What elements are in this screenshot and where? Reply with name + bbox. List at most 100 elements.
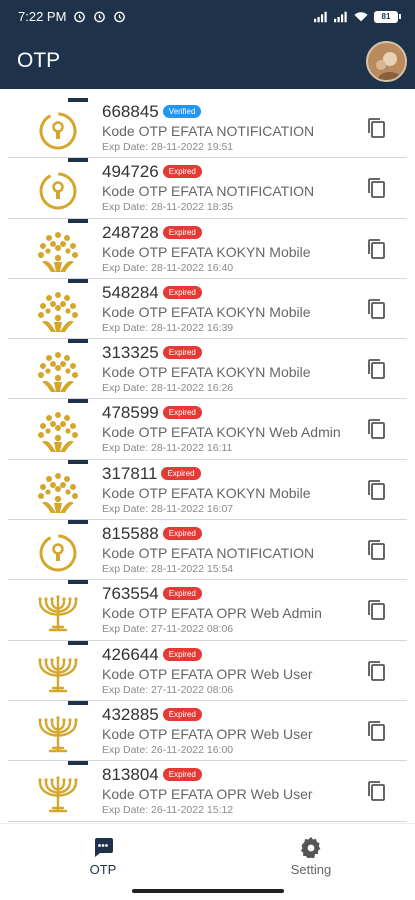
otp-code: 478599 Expired (102, 403, 202, 423)
otp-description: Kode OTP EFATA OPR Web User (102, 725, 313, 742)
otp-description: Kode OTP EFATA NOTIFICATION (102, 183, 315, 200)
nav-otp[interactable]: OTP (43, 836, 163, 877)
nav-setting[interactable]: Setting (251, 836, 371, 877)
otp-description: Kode OTP EFATA OPR Web User (102, 665, 313, 682)
otp-exp-date: Exp Date: 27-11-2022 08:06 (102, 683, 234, 696)
expired-badge: Expired (161, 466, 201, 480)
otp-code: 813804 Expired (102, 765, 202, 785)
otp-code-text: 478599 (102, 403, 159, 423)
otp-code-text: 426644 (102, 644, 159, 664)
expired-badge: Expired (162, 285, 202, 299)
otp-exp-date: Exp Date: 28-11-2022 16:26 (102, 382, 234, 395)
otp-list-item[interactable]: 432885 Expired Kode OTP EFATA OPR Web User… (8, 700, 407, 762)
status-bar: 7:22 PM 81 (0, 0, 415, 33)
copy-icon[interactable] (364, 659, 388, 683)
otp-list-item[interactable]: 478599 Expired Kode OTP EFATA KOKYN Web Ad… (8, 399, 407, 460)
app-tag (68, 98, 88, 102)
otp-description: Kode OTP EFATA KOKYN Web Admin (102, 424, 341, 441)
copy-icon[interactable] (364, 417, 388, 441)
tree-icon (34, 408, 82, 456)
expired-badge: Expired (162, 647, 202, 661)
otp-code: 548284 Expired (102, 283, 202, 303)
otp-exp-date: Exp Date: 27-11-2022 08:06 (102, 623, 234, 636)
expired-badge: Expired (162, 225, 202, 239)
expired-badge: Expired (162, 707, 202, 721)
otp-list-item[interactable]: 668845 Verified Kode OTP EFATA NOTIFICATIO… (8, 98, 407, 159)
otp-code: 763554 Expired (102, 584, 202, 604)
app-tag (68, 278, 88, 283)
avatar[interactable] (366, 40, 407, 82)
app-tag (68, 700, 88, 705)
expired-badge: Expired (162, 406, 202, 420)
otp-description: Kode OTP EFATA OPR Web User (102, 786, 313, 803)
otp-description: Kode OTP EFATA KOKYN Mobile (102, 364, 311, 381)
status-time: 7:22 PM (18, 9, 67, 24)
signal-icon (314, 10, 328, 24)
copy-icon[interactable] (364, 598, 388, 622)
otp-list-item[interactable]: 248728 Expired Kode OTP EFATA KOKYN Mobile… (8, 218, 407, 279)
otp-list: 668845 Verified Kode OTP EFATA NOTIFICATIO… (0, 98, 415, 822)
otp-code: 426644 Expired (102, 645, 202, 665)
otp-code: 432885 Expired (102, 705, 202, 725)
otp-exp-date: Exp Date: 28-11-2022 16:07 (102, 502, 234, 515)
copy-icon[interactable] (364, 357, 388, 381)
nav-otp-label: OTP (89, 862, 117, 877)
expired-badge: Expired (162, 587, 202, 601)
home-indicator[interactable] (132, 889, 284, 893)
otp-exp-date: Exp Date: 26-11-2022 15:12 (102, 804, 234, 817)
otp-list-item[interactable]: 813804 Expired Kode OTP EFATA OPR Web User… (8, 761, 407, 822)
tree-icon (34, 469, 82, 517)
otp-code-text: 763554 (102, 584, 159, 604)
copy-icon[interactable] (364, 297, 388, 321)
tree-icon (34, 348, 82, 396)
otp-code-text: 494726 (102, 162, 159, 182)
copy-icon[interactable] (364, 719, 388, 743)
copy-icon[interactable] (364, 779, 388, 803)
otp-list-item[interactable]: 313325 Expired Kode OTP EFATA KOKYN Mobile… (8, 339, 407, 400)
copy-icon[interactable] (364, 116, 388, 140)
menorah-icon (34, 770, 82, 818)
otp-exp-date: Exp Date: 28-11-2022 16:39 (102, 321, 234, 334)
page-title: OTP (17, 49, 61, 72)
otp-exp-date: Exp Date: 28-11-2022 19:51 (102, 141, 234, 153)
expired-badge: Expired (162, 165, 202, 179)
menorah-icon (34, 650, 82, 698)
app-tag (68, 218, 88, 223)
expired-badge: Expired (162, 527, 202, 541)
otp-list-item[interactable]: 763554 Expired Kode OTP EFATA OPR Web Admi… (8, 580, 407, 641)
otp-code-text: 248728 (102, 222, 159, 242)
otp-code-text: 668845 (102, 102, 159, 121)
otp-description: Kode OTP EFATA NOTIFICATION (102, 545, 315, 562)
otp-list-item[interactable]: 317811 Expired Kode OTP EFATA KOKYN Mobile… (8, 459, 407, 521)
otp-description: Kode OTP EFATA KOKYN Mobile (102, 303, 311, 320)
otp-description: Kode OTP EFATA KOKYN Mobile (102, 243, 311, 260)
keyhole-icon (34, 107, 82, 155)
otp-code: 248728 Expired (102, 223, 202, 243)
keyhole-icon (34, 167, 82, 215)
otp-code-text: 548284 (102, 282, 159, 302)
app-tag (68, 640, 88, 645)
otp-description: Kode OTP EFATA NOTIFICATION (102, 123, 315, 139)
verified-badge: Verified (162, 105, 202, 118)
app-bar: OTP (0, 33, 415, 89)
menorah-icon (34, 589, 82, 637)
otp-list-item[interactable]: 426644 Expired Kode OTP EFATA OPR Web User… (8, 640, 407, 701)
copy-icon[interactable] (364, 176, 388, 200)
app-tag (68, 459, 88, 464)
alarm-icon (72, 10, 86, 24)
copy-icon[interactable] (364, 237, 388, 261)
otp-description: Kode OTP EFATA OPR Web Admin (102, 605, 322, 622)
otp-list-item[interactable]: 815588 Expired Kode OTP EFATA NOTIFICATION… (8, 520, 407, 581)
battery-icon: 81 (374, 10, 401, 23)
app-tag (68, 520, 88, 525)
copy-icon[interactable] (364, 478, 388, 502)
expired-badge: Expired (162, 768, 202, 782)
copy-icon[interactable] (364, 538, 388, 562)
gear-icon (300, 836, 322, 859)
otp-exp-date: Exp Date: 28-11-2022 18:35 (102, 201, 234, 214)
otp-list-item[interactable]: 548284 Expired Kode OTP EFATA KOKYN Mobile… (8, 278, 407, 340)
otp-list-item[interactable]: 494726 Expired Kode OTP EFATA NOTIFICATION… (8, 158, 407, 219)
otp-code-text: 813804 (102, 765, 159, 785)
nav-setting-label: Setting (290, 862, 332, 877)
app-tag (68, 339, 88, 344)
